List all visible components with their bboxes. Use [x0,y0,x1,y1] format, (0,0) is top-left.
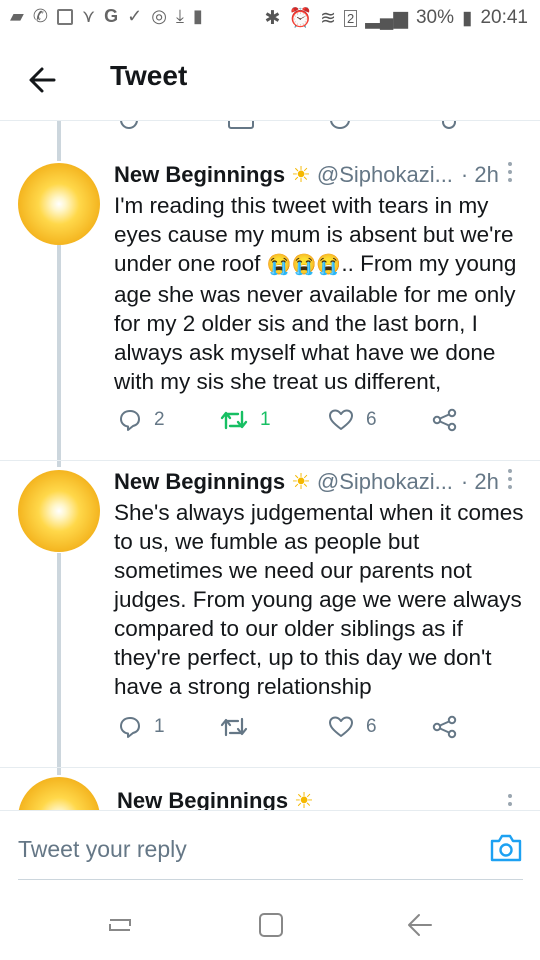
top-app-bar: Tweet [0,38,540,121]
signal-icon: ▂▄▆ [365,7,408,29]
sun-emoji: ☀ [291,162,311,187]
message-icon: ▰ [10,6,24,26]
reply-input[interactable]: Tweet your reply [18,827,523,880]
author-handle[interactable]: @Siphokazi... [317,162,453,188]
clock: 20:41 [480,7,528,28]
alarm-icon: ⏰ [288,8,313,29]
share-button[interactable] [432,715,458,739]
wifi-icon: ≋ [320,7,337,29]
missed-call-icon: ✆ [32,6,48,26]
back-nav-button[interactable] [405,910,435,940]
tweet-text: I'm reading this tweet with tears in my … [114,193,517,394]
camera-notification-icon: ◎ [151,6,167,26]
retweet-button[interactable]: 1 [220,408,271,432]
status-bar: ▰ ✆ ⋎ G ✓ ◎ ⤓ ▮ ✱ ⏰ ≋ 2 ▂▄▆ 30% ▮ 20:41 [0,0,540,38]
avatar[interactable] [18,163,100,245]
home-icon [259,913,283,937]
system-navigation-bar [0,880,540,960]
network-badge: 2 [344,9,358,27]
bluetooth-icon: ✱ [264,7,281,29]
system-icons: ✱ ⏰ ≋ 2 ▂▄▆ 30% ▮ 20:41 [265,6,528,30]
author-handle[interactable]: @Siphokazi... [317,469,453,495]
recent-apps-button[interactable] [105,910,135,940]
like-count: 6 [366,409,377,430]
share-icon [432,408,457,432]
divider [0,767,540,768]
tweet-cutoff: New Beginnings ☀ [0,770,540,810]
reply-icon [120,717,140,738]
camera-button[interactable] [489,833,523,863]
sun-emoji: ☀ [294,788,314,810]
tweet-time: · 2h [460,469,499,494]
previous-actions-cutoff [0,121,540,129]
back-nav-icon [408,914,432,936]
checkbox-icon [56,8,73,25]
google-icon: G [104,6,119,26]
author-name[interactable]: New Beginnings [117,788,288,810]
heart-icon [329,409,353,430]
retweet-count: 1 [260,409,271,430]
more-options-icon[interactable] [508,469,514,493]
retweet-icon [220,410,248,430]
reply-count: 1 [154,716,165,737]
like-button[interactable]: 6 [328,408,377,432]
retweet-icon [220,717,248,737]
more-options-icon[interactable] [508,794,514,810]
reply-placeholder: Tweet your reply [18,836,187,862]
reply-button[interactable]: 2 [118,408,165,432]
retweet-button[interactable] [220,715,260,739]
more-options-icon[interactable] [508,162,514,186]
download-icon: ⤓ [175,6,184,26]
sun-emoji: ☀ [291,469,311,494]
page-title: Tweet [110,60,188,91]
share-icon [432,715,457,739]
back-button[interactable] [24,60,64,100]
sd-card-icon: ▮ [192,6,203,26]
tweet-header: New Beginnings ☀ @Siphokazi... · 2h [114,469,499,495]
author-name[interactable]: New Beginnings [114,469,285,495]
app-icon: ⋎ [81,6,96,26]
tweet-header: New Beginnings ☀ [117,788,320,810]
check-icon: ✓ [127,6,143,26]
reply-count: 2 [154,409,165,430]
reply-icon [120,410,140,431]
thread-line [57,121,61,161]
recent-apps-icon [109,919,131,931]
home-button[interactable] [256,910,286,940]
reply-button[interactable]: 1 [118,715,165,739]
tweet-actions: 2 1 6 [0,408,540,438]
reply-bar: Tweet your reply [0,810,540,881]
camera-icon [490,834,522,862]
tweet-text: She's always judgemental when it comes t… [114,500,524,699]
tweet-actions: 1 6 [0,715,540,745]
heart-icon [329,716,353,737]
like-button[interactable]: 6 [328,715,377,739]
avatar[interactable] [18,777,100,810]
tweet-header: New Beginnings ☀ @Siphokazi... · 2h [114,162,499,188]
tweet-time: · 2h [460,162,499,187]
back-arrow-icon [29,67,56,93]
author-name[interactable]: New Beginnings [114,162,285,188]
divider [0,460,540,461]
battery-icon: ▮ [461,7,473,29]
avatar[interactable] [18,470,100,552]
like-count: 6 [366,716,377,737]
crying-emoji: 😭😭😭 [266,254,342,276]
share-button[interactable] [432,408,458,432]
battery-percent: 30% [415,7,454,28]
notification-icons: ▰ ✆ ⋎ G ✓ ◎ ⤓ ▮ [10,6,203,27]
